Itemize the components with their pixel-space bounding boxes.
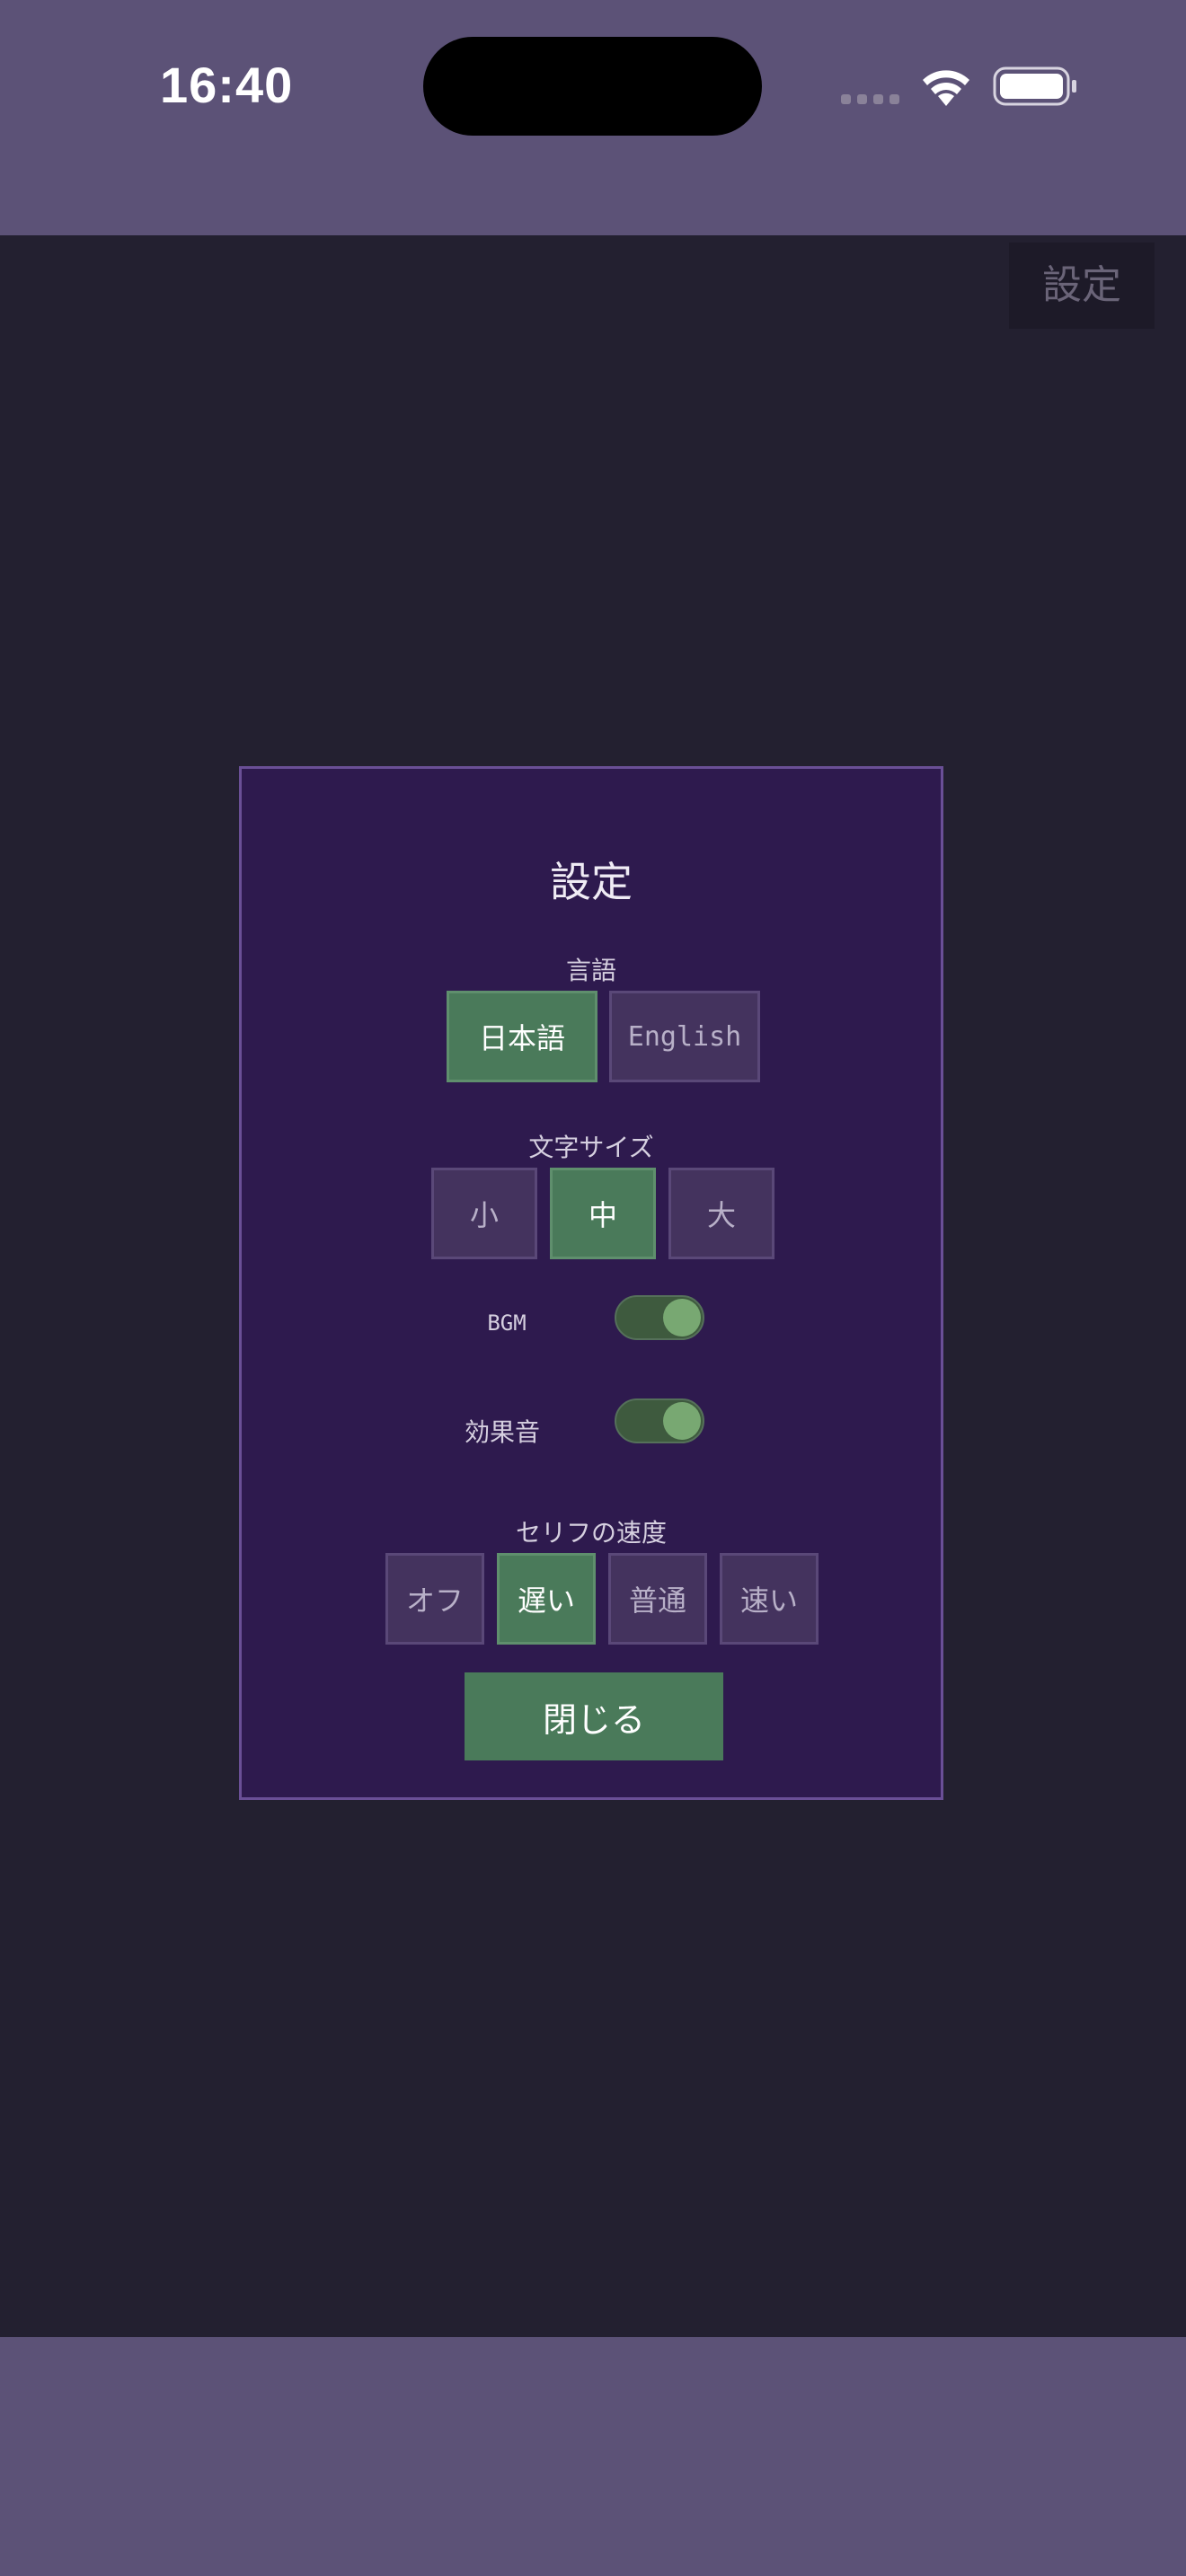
dialogue-speed-label: セリフの速度 bbox=[515, 1518, 667, 1548]
language-option-english[interactable]: English bbox=[609, 991, 760, 1082]
bgm-toggle-knob bbox=[663, 1299, 701, 1337]
cellular-signal-icon bbox=[841, 94, 900, 105]
dynamic-island bbox=[423, 37, 762, 136]
status-time: 16:40 bbox=[160, 57, 294, 113]
settings-dialog: 設定 言語 日本語 English 文字サイズ 小 中 大 BGM 効果音 セリ… bbox=[239, 766, 943, 1800]
text-size-option-medium[interactable]: 中 bbox=[550, 1168, 656, 1259]
speed-option-slow[interactable]: 遅い bbox=[497, 1553, 596, 1645]
open-settings-button[interactable]: 設定 bbox=[1009, 243, 1155, 329]
battery-icon bbox=[993, 66, 1076, 106]
wifi-icon bbox=[923, 70, 969, 106]
sound-effects-label: 効果音 bbox=[464, 1417, 540, 1447]
speed-option-normal[interactable]: 普通 bbox=[608, 1553, 707, 1645]
speed-option-fast[interactable]: 速い bbox=[720, 1553, 819, 1645]
speed-option-off[interactable]: オフ bbox=[385, 1553, 484, 1645]
text-size-option-small[interactable]: 小 bbox=[431, 1168, 537, 1259]
bgm-toggle[interactable] bbox=[615, 1295, 704, 1340]
language-option-japanese[interactable]: 日本語 bbox=[447, 991, 597, 1082]
dialog-title: 設定 bbox=[550, 858, 633, 906]
bgm-label: BGM bbox=[487, 1310, 527, 1336]
sound-effects-toggle-knob bbox=[663, 1402, 701, 1440]
language-label: 言語 bbox=[565, 956, 616, 985]
text-size-label: 文字サイズ bbox=[528, 1133, 654, 1162]
text-size-option-large[interactable]: 大 bbox=[668, 1168, 774, 1259]
app-frame: 16:40 設定 設定 言語 日本語 English 文字サイズ 小 中 大 B… bbox=[0, 0, 1186, 2576]
close-button[interactable]: 閉じる bbox=[465, 1672, 723, 1760]
status-bar: 16:40 bbox=[0, 0, 1186, 235]
sound-effects-toggle[interactable] bbox=[615, 1398, 704, 1443]
